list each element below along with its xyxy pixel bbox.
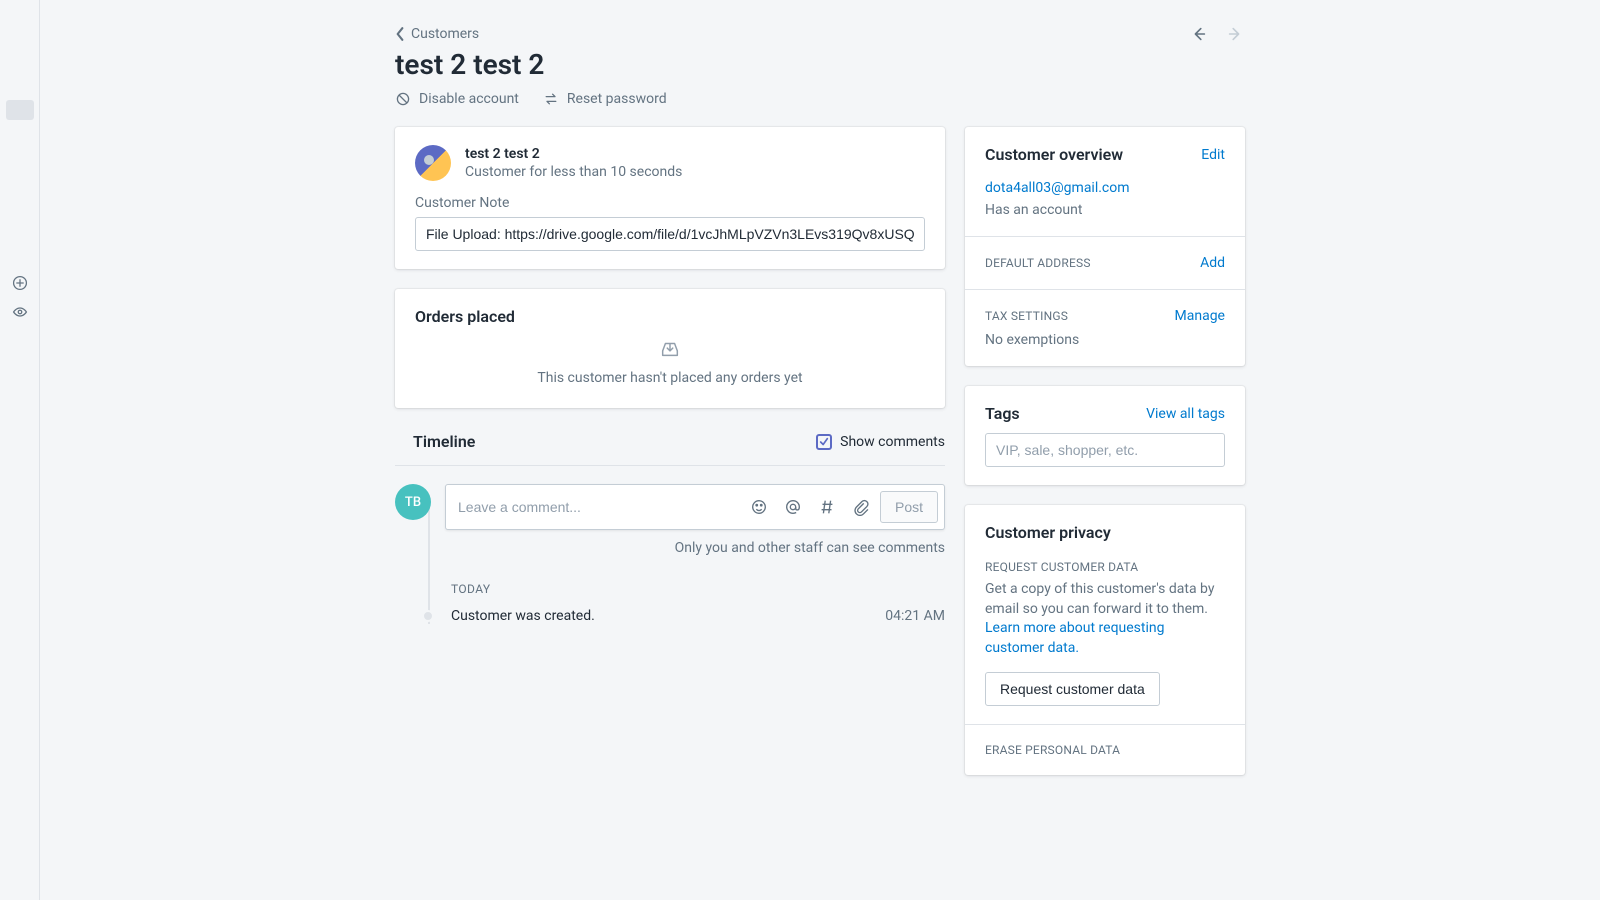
customer-avatar xyxy=(415,145,451,181)
privacy-card: Customer privacy REQUEST CUSTOMER DATA G… xyxy=(965,505,1245,775)
mention-icon[interactable] xyxy=(778,492,808,522)
next-arrow-icon xyxy=(1225,24,1245,44)
request-data-learn-more[interactable]: Learn more about requesting customer dat… xyxy=(985,620,1164,656)
prev-arrow-icon[interactable] xyxy=(1189,24,1209,44)
reset-password-label: Reset password xyxy=(567,91,667,107)
show-comments-label: Show comments xyxy=(840,434,945,450)
show-comments-toggle[interactable]: Show comments xyxy=(816,434,945,450)
customer-note-input[interactable] xyxy=(415,217,925,251)
emoji-icon[interactable] xyxy=(744,492,774,522)
main-scroll[interactable]: Customers test 2 test 2 Disable account … xyxy=(40,0,1600,900)
overview-card: Customer overview Edit dota4all03@gmail.… xyxy=(965,127,1245,366)
breadcrumb-back[interactable]: Customers xyxy=(395,26,479,42)
request-data-label: REQUEST CUSTOMER DATA xyxy=(985,560,1225,574)
timeline-date-label: TODAY xyxy=(451,582,945,596)
customer-note-label: Customer Note xyxy=(415,195,925,211)
left-rail xyxy=(0,0,40,900)
timeline-event: Customer was created. 04:21 AM xyxy=(395,608,945,624)
chevron-left-icon xyxy=(395,27,405,41)
orders-empty-text: This customer hasn't placed any orders y… xyxy=(537,370,802,386)
tags-input[interactable] xyxy=(985,433,1225,467)
breadcrumb-label: Customers xyxy=(411,26,479,42)
page-title: test 2 test 2 xyxy=(395,48,1245,81)
request-data-desc: Get a copy of this customer's data by em… xyxy=(985,581,1214,617)
tags-card: Tags View all tags xyxy=(965,386,1245,485)
timeline-title: Timeline xyxy=(395,432,475,451)
timeline-event-time: 04:21 AM xyxy=(885,608,945,624)
comment-input[interactable] xyxy=(458,499,740,515)
add-address-link[interactable]: Add xyxy=(1200,255,1225,271)
timeline-event-text: Customer was created. xyxy=(451,608,885,624)
disable-account-label: Disable account xyxy=(419,91,519,107)
eye-icon[interactable] xyxy=(11,303,29,321)
overview-title: Customer overview xyxy=(985,145,1123,164)
tax-exemptions-value: No exemptions xyxy=(985,332,1225,348)
rail-active-indicator xyxy=(6,100,34,120)
post-button[interactable]: Post xyxy=(880,491,938,523)
disable-account-button[interactable]: Disable account xyxy=(395,91,519,107)
cancel-circle-icon xyxy=(395,91,411,107)
view-all-tags-link[interactable]: View all tags xyxy=(1146,406,1225,422)
comment-visibility-hint: Only you and other staff can see comment… xyxy=(395,540,945,556)
erase-data-label: ERASE PERSONAL DATA xyxy=(985,743,1225,757)
reset-password-button[interactable]: Reset password xyxy=(543,91,667,107)
attachment-icon[interactable] xyxy=(846,492,876,522)
tags-title: Tags xyxy=(985,404,1020,423)
hash-icon[interactable] xyxy=(812,492,842,522)
inbox-icon xyxy=(659,338,681,360)
staff-avatar: TB xyxy=(395,484,431,520)
timeline-section: Timeline Show comments TB xyxy=(395,428,945,624)
tax-settings-label: TAX SETTINGS xyxy=(985,309,1068,323)
timeline-dot-icon xyxy=(422,610,434,622)
privacy-title: Customer privacy xyxy=(985,523,1225,542)
default-address-label: DEFAULT ADDRESS xyxy=(985,256,1091,270)
checkbox-checked-icon xyxy=(816,434,832,450)
request-customer-data-button[interactable]: Request customer data xyxy=(985,672,1160,706)
plus-circle-icon[interactable] xyxy=(11,274,29,292)
timeline-line xyxy=(428,506,430,624)
customer-email[interactable]: dota4all03@gmail.com xyxy=(985,180,1225,196)
edit-overview-link[interactable]: Edit xyxy=(1201,147,1225,163)
customer-since: Customer for less than 10 seconds xyxy=(465,164,682,180)
swap-icon xyxy=(543,91,559,107)
account-status: Has an account xyxy=(985,202,1225,218)
manage-tax-link[interactable]: Manage xyxy=(1175,308,1225,324)
customer-name: test 2 test 2 xyxy=(465,146,682,162)
customer-card: test 2 test 2 Customer for less than 10 … xyxy=(395,127,945,269)
orders-card: Orders placed This customer hasn't place… xyxy=(395,289,945,408)
comment-composer: Post xyxy=(445,484,945,530)
orders-title: Orders placed xyxy=(415,307,925,326)
